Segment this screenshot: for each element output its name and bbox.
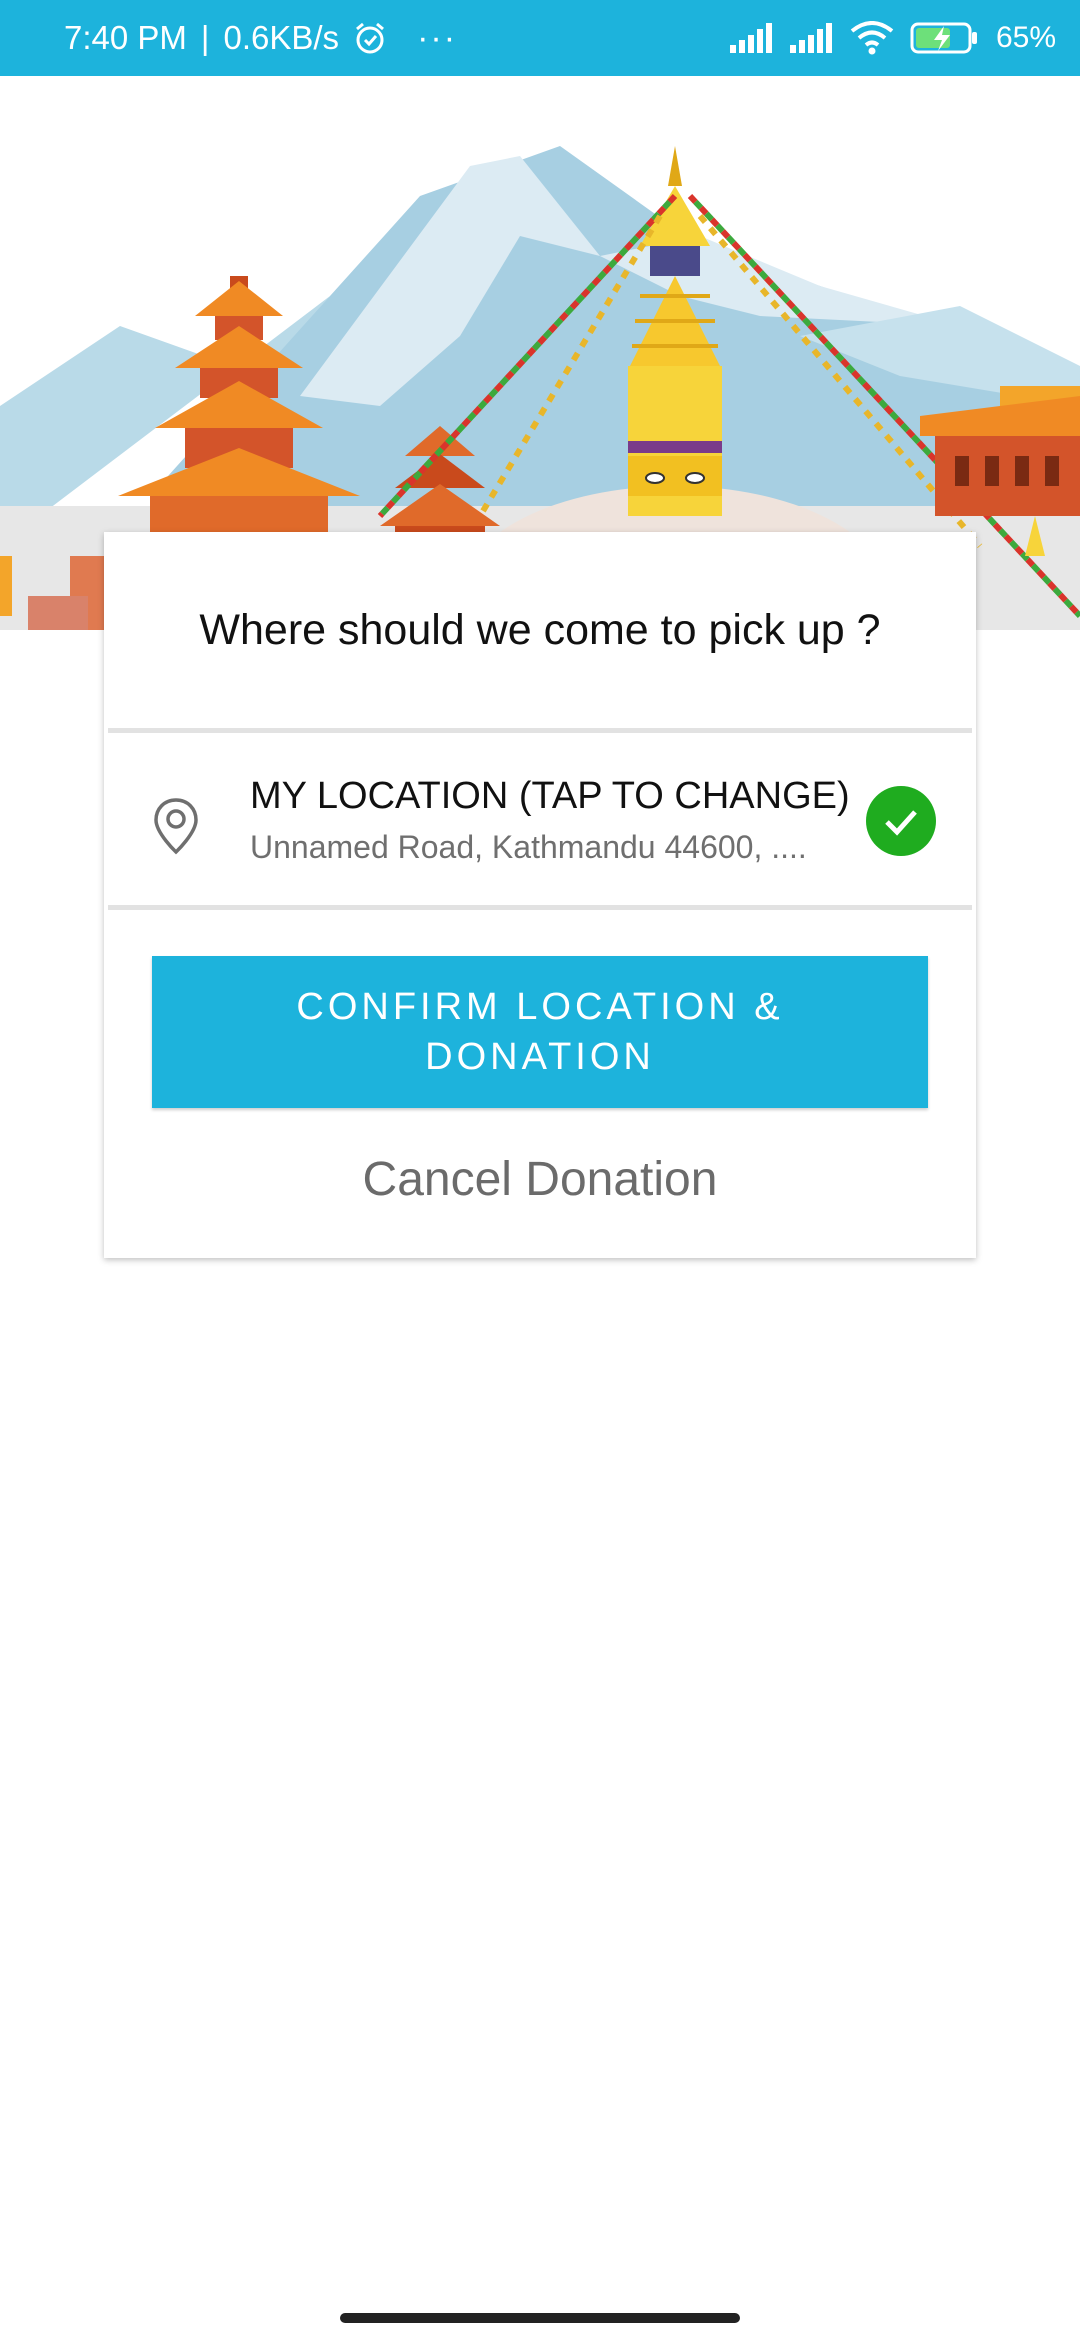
home-indicator[interactable]: [340, 2313, 740, 2323]
status-right: 65%: [729, 0, 1056, 76]
divider: [108, 905, 972, 910]
status-left: 7:40 PM | 0.6KB/s ···: [64, 0, 457, 76]
battery-percent: 65%: [995, 21, 1056, 54]
confirm-location-button[interactable]: CONFIRM LOCATION & DONATION: [152, 956, 928, 1108]
battery-charging-icon: [910, 21, 980, 55]
cancel-donation-button[interactable]: Cancel Donation: [104, 1140, 976, 1220]
pickup-card: Where should we come to pick up ? MY LOC…: [104, 532, 976, 1258]
wifi-icon: [850, 21, 894, 55]
status-speed: 0.6KB/s: [223, 19, 340, 56]
signal-icon: [729, 23, 774, 53]
alarm-icon: [353, 21, 387, 55]
status-bar: 7:40 PM | 0.6KB/s ··· 65%: [0, 0, 1080, 76]
location-title: MY LOCATION (TAP TO CHANGE): [250, 775, 850, 817]
status-separator: |: [200, 19, 210, 56]
location-address: Unnamed Road, Kathmandu 44600, ....: [250, 829, 807, 865]
status-time: 7:40 PM: [64, 19, 187, 56]
check-icon: [866, 786, 936, 856]
location-selector[interactable]: MY LOCATION (TAP TO CHANGE) Unnamed Road…: [104, 733, 976, 913]
pickup-question: Where should we come to pick up ?: [199, 605, 881, 654]
more-icon: ···: [417, 18, 458, 57]
location-pin-icon: [152, 797, 200, 860]
confirm-button-label: CONFIRM LOCATION & DONATION: [296, 986, 784, 1078]
signal-icon: [789, 23, 834, 53]
